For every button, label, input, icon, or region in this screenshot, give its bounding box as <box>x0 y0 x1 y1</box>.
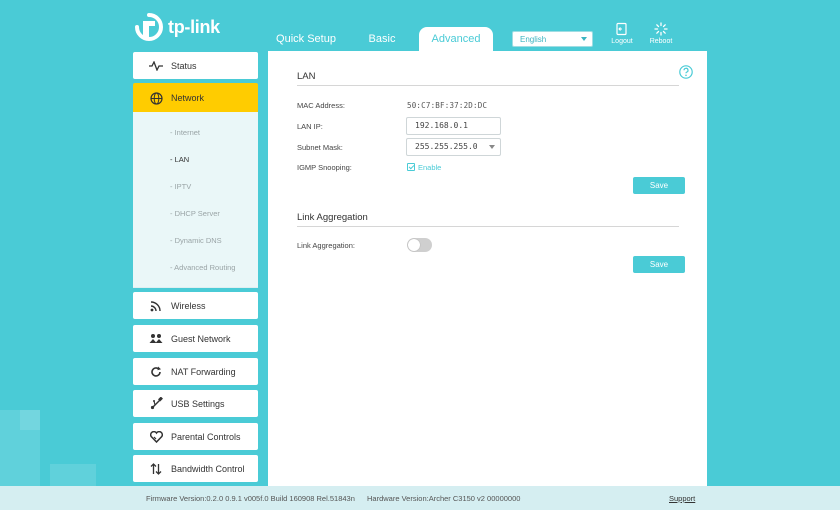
subnav-item-dhcp-server[interactable]: - DHCP Server <box>170 209 220 218</box>
subnet-mask-label: Subnet Mask: <box>297 143 343 152</box>
tab-advanced[interactable]: Advanced <box>419 27 493 51</box>
reboot-label: Reboot <box>649 38 673 45</box>
language-select[interactable]: English <box>512 31 593 47</box>
chevron-down-icon <box>489 145 495 149</box>
logout-label: Logout <box>611 38 633 45</box>
mac-address-value: 50:C7:BF:37:2D:DC <box>407 101 488 110</box>
tab-quick-setup[interactable]: Quick Setup <box>268 27 344 51</box>
lan-ip-label: LAN IP: <box>297 122 323 131</box>
sidebar-item-bandwidth-control[interactable]: Bandwidth Control <box>133 455 258 482</box>
link-aggregation-toggle[interactable] <box>407 238 432 252</box>
mac-address-label: MAC Address: <box>297 101 345 110</box>
pulse-icon <box>148 58 164 74</box>
subnav-item-iptv[interactable]: - IPTV <box>170 182 191 191</box>
link-aggregation-section-title: Link Aggregation <box>297 212 368 223</box>
section-divider <box>297 85 679 86</box>
sidebar-item-label: Guest Network <box>171 333 231 344</box>
igmp-enable-label[interactable]: Enable <box>418 163 441 172</box>
sidebar-item-label: Wireless <box>171 300 206 311</box>
users-icon <box>148 331 164 347</box>
refresh-icon <box>148 364 164 380</box>
footer: Firmware Version:0.2.0 0.9.1 v005f.0 Bui… <box>0 486 840 510</box>
sidebar-item-label: Bandwidth Control <box>171 463 245 474</box>
arrows-icon <box>148 461 164 477</box>
reboot-button[interactable]: Reboot <box>643 22 679 45</box>
sidebar-item-network[interactable]: Network <box>133 83 258 113</box>
background-decoration <box>50 464 96 486</box>
logout-icon <box>616 22 627 36</box>
sidebar-item-label: Network <box>171 93 205 103</box>
sidebar-item-label: USB Settings <box>171 398 225 409</box>
sidebar-item-guest-network[interactable]: Guest Network <box>133 325 258 352</box>
firmware-version: Firmware Version:0.2.0 0.9.1 v005f.0 Bui… <box>146 494 355 503</box>
sidebar-item-parental-controls[interactable]: Parental Controls <box>133 423 258 450</box>
tp-link-logo-icon <box>135 13 163 41</box>
top-tabs: Quick Setup Basic Advanced <box>268 27 493 51</box>
tab-basic[interactable]: Basic <box>344 27 420 51</box>
network-subnav: - Internet - LAN - IPTV - DHCP Server - … <box>133 112 258 288</box>
lan-save-button[interactable]: Save <box>633 177 685 194</box>
lan-ip-value: 192.168.0.1 <box>415 121 468 130</box>
sidebar-item-label: Status <box>171 60 197 71</box>
wifi-icon <box>148 298 164 314</box>
sidebar-item-label: Parental Controls <box>171 431 241 442</box>
language-value: English <box>520 35 547 44</box>
subnav-item-lan[interactable]: - LAN <box>170 155 189 164</box>
brand-name: tp-link <box>168 16 220 37</box>
lan-section-title: LAN <box>297 71 316 82</box>
sidebar-item-usb-settings[interactable]: USB Settings <box>133 390 258 417</box>
sidebar-item-wireless[interactable]: Wireless <box>133 292 258 319</box>
igmp-snooping-label: IGMP Snooping: <box>297 163 352 172</box>
hardware-version: Hardware Version:Archer C3150 v2 0000000… <box>367 494 521 503</box>
lan-ip-input[interactable]: 192.168.0.1 <box>406 117 501 135</box>
background-decoration <box>20 410 40 430</box>
section-divider <box>297 226 679 227</box>
subnet-mask-select[interactable]: 255.255.255.0 <box>406 138 501 156</box>
link-aggregation-save-button[interactable]: Save <box>633 256 685 273</box>
main-panel: LAN MAC Address: 50:C7:BF:37:2D:DC LAN I… <box>268 51 707 486</box>
logout-button[interactable]: Logout <box>604 22 640 45</box>
sidebar-item-label: NAT Forwarding <box>171 366 236 377</box>
chevron-down-icon <box>581 37 587 41</box>
support-link[interactable]: Support <box>669 494 695 503</box>
brand-logo: tp-link <box>134 12 220 42</box>
subnav-item-dynamic-dns[interactable]: - Dynamic DNS <box>170 236 222 245</box>
help-icon[interactable] <box>679 65 693 79</box>
link-aggregation-label: Link Aggregation: <box>297 241 355 250</box>
subnav-item-advanced-routing[interactable]: - Advanced Routing <box>170 263 235 272</box>
globe-icon <box>148 90 164 106</box>
sidebar-item-status[interactable]: Status <box>133 52 258 79</box>
heart-icon <box>148 429 164 445</box>
sidebar-item-nat-forwarding[interactable]: NAT Forwarding <box>133 358 258 385</box>
igmp-snooping-checkbox[interactable] <box>407 163 415 171</box>
subnet-mask-value: 255.255.255.0 <box>415 142 478 151</box>
usb-icon <box>148 396 164 412</box>
reboot-icon <box>654 22 668 36</box>
subnav-item-internet[interactable]: - Internet <box>170 128 200 137</box>
